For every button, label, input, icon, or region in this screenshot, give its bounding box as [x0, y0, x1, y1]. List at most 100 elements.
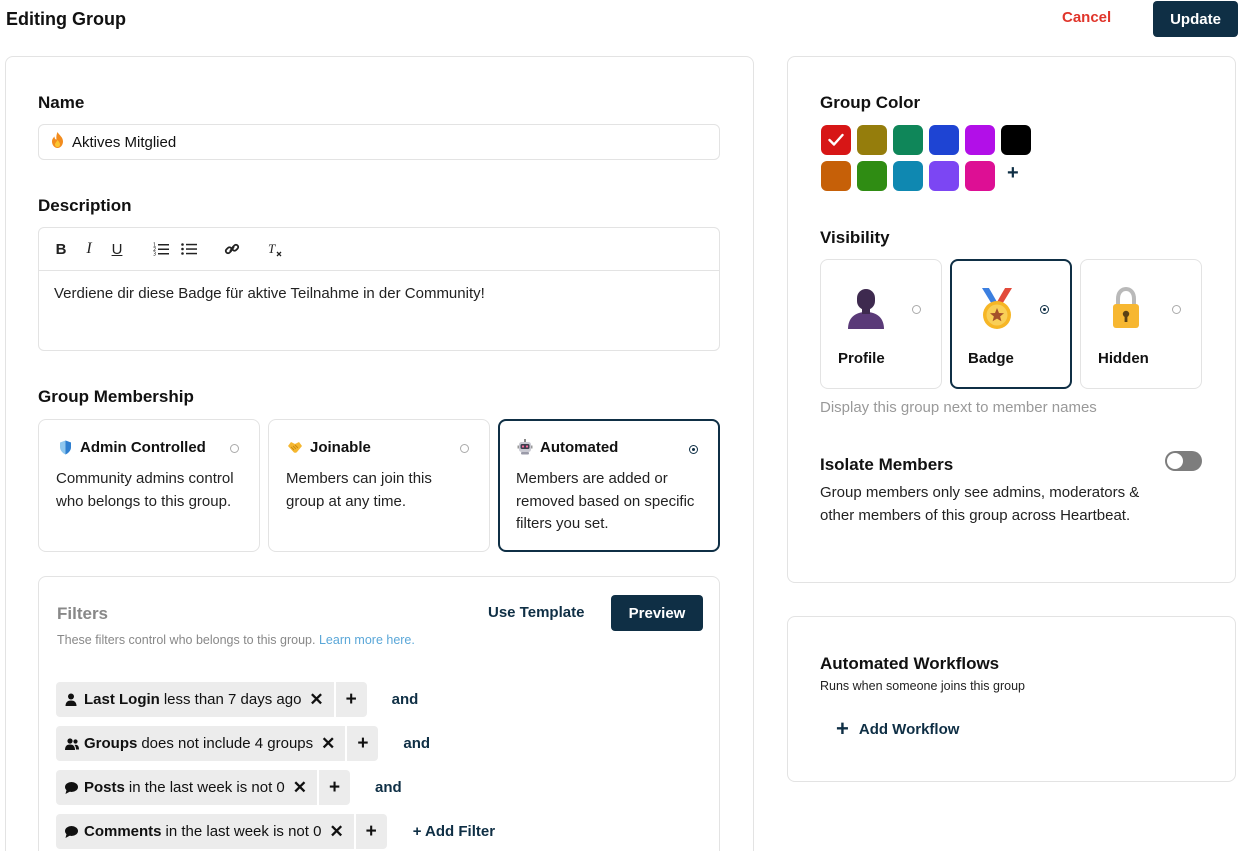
workflows-card — [787, 616, 1236, 782]
visibility-help-text: Display this group next to member names — [820, 399, 1097, 416]
color-swatch[interactable] — [857, 161, 887, 191]
visibility-option-label: Badge — [968, 350, 1014, 367]
description-editor: B I U 123 T Verdiene dir diese Badge für… — [38, 227, 720, 351]
filters-subtitle-text: These filters control who belongs to thi… — [57, 633, 316, 647]
filter-chip[interactable]: Last Login less than 7 days ago ✕ — [56, 682, 334, 717]
add-color-button[interactable]: + — [1007, 162, 1019, 185]
bullet-list-icon[interactable] — [179, 239, 199, 259]
preview-button[interactable]: Preview — [611, 595, 703, 631]
top-bar: Editing Group Cancel Update — [0, 0, 1242, 40]
color-swatch[interactable] — [893, 161, 923, 191]
color-swatch[interactable] — [893, 125, 923, 155]
radio-button[interactable] — [230, 444, 239, 453]
add-filter-button[interactable]: + Add Filter — [413, 823, 495, 840]
workflows-subtitle: Runs when someone joins this group — [820, 679, 1025, 693]
filter-row: Groups does not include 4 groups ✕ + and — [56, 726, 430, 761]
color-swatch[interactable] — [929, 161, 959, 191]
remove-filter-icon[interactable]: ✕ — [321, 734, 335, 754]
cancel-button[interactable]: Cancel — [1062, 9, 1111, 26]
visibility-label: Visibility — [820, 228, 890, 247]
update-button[interactable]: Update — [1153, 1, 1238, 37]
visibility-option-profile[interactable]: Profile — [820, 259, 942, 389]
color-swatch[interactable] — [821, 125, 851, 155]
page-title: Editing Group — [6, 9, 126, 29]
filter-condition: in the last week is not 0 — [128, 779, 285, 796]
medal-icon — [974, 287, 1020, 333]
add-workflow-button[interactable]: + Add Workflow — [836, 716, 960, 741]
add-condition-button[interactable]: + — [355, 814, 387, 849]
name-label: Name — [38, 93, 85, 112]
color-swatch[interactable] — [965, 125, 995, 155]
italic-icon[interactable]: I — [79, 239, 99, 259]
add-workflow-label: Add Workflow — [858, 720, 960, 738]
filters-subtitle: These filters control who belongs to thi… — [57, 633, 415, 647]
bold-icon[interactable]: B — [51, 239, 71, 259]
filter-condition: does not include 4 groups — [141, 735, 314, 752]
plus-icon: + — [836, 716, 849, 741]
filter-field: Posts — [84, 779, 125, 796]
visibility-option-label: Profile — [838, 350, 885, 367]
editor-toolbar: B I U 123 T — [39, 228, 719, 271]
filter-condition: less than 7 days ago — [163, 691, 302, 708]
remove-filter-icon[interactable]: ✕ — [329, 822, 343, 842]
color-swatch[interactable] — [929, 125, 959, 155]
filters-title: Filters — [57, 604, 109, 623]
radio-button-selected[interactable] — [1040, 305, 1049, 314]
clear-format-icon[interactable]: T — [265, 239, 285, 259]
radio-button[interactable] — [912, 305, 921, 314]
filter-chip[interactable]: Posts in the last week is not 0 ✕ — [56, 770, 318, 805]
radio-button[interactable] — [460, 444, 469, 453]
filter-connector[interactable]: and — [375, 779, 402, 796]
filter-row: Posts in the last week is not 0 ✕ + and — [56, 770, 402, 805]
membership-option-title: Joinable — [310, 438, 371, 456]
visibility-option-hidden[interactable]: Hidden — [1080, 259, 1202, 389]
filter-chip[interactable]: Comments in the last week is not 0 ✕ — [56, 814, 354, 849]
workflows-title: Automated Workflows — [820, 654, 1000, 673]
membership-option-desc: Members can join this group at any time. — [286, 470, 432, 510]
filter-field: Last Login — [84, 691, 160, 708]
add-condition-button[interactable]: + — [347, 726, 379, 761]
chat-bubble-icon — [65, 825, 79, 838]
robot-icon — [516, 438, 534, 456]
use-template-button[interactable]: Use Template — [488, 604, 584, 621]
membership-option-automated[interactable]: Automated Members are added or removed b… — [498, 419, 720, 552]
filter-row: Last Login less than 7 days ago ✕ + and — [56, 682, 418, 717]
learn-more-link[interactable]: Learn more here. — [319, 633, 415, 647]
radio-button-selected[interactable] — [689, 445, 698, 454]
link-icon[interactable] — [222, 239, 242, 259]
filter-field: Groups — [84, 735, 138, 752]
name-value: Aktives Mitglied — [72, 133, 177, 151]
membership-option-joinable[interactable]: Joinable Members can join this group at … — [268, 419, 490, 552]
color-swatch[interactable] — [821, 161, 851, 191]
add-condition-button[interactable]: + — [335, 682, 367, 717]
description-text[interactable]: Verdiene dir diese Badge für aktive Teil… — [54, 285, 485, 302]
ordered-list-icon[interactable]: 123 — [151, 239, 171, 259]
radio-button[interactable] — [1172, 305, 1181, 314]
description-label: Description — [38, 196, 132, 215]
profile-silhouette-icon — [843, 286, 889, 332]
membership-label: Group Membership — [38, 387, 194, 406]
color-swatch[interactable] — [1001, 125, 1031, 155]
isolate-members-toggle[interactable] — [1165, 451, 1202, 471]
color-swatch[interactable] — [965, 161, 995, 191]
chat-bubble-icon — [65, 781, 79, 794]
shield-icon — [56, 438, 74, 456]
remove-filter-icon[interactable]: ✕ — [293, 778, 307, 798]
visibility-option-label: Hidden — [1098, 350, 1149, 367]
underline-icon[interactable]: U — [107, 239, 127, 259]
filter-chip[interactable]: Groups does not include 4 groups ✕ — [56, 726, 346, 761]
membership-option-admin-controlled[interactable]: Admin Controlled Community admins contro… — [38, 419, 260, 552]
check-icon — [828, 133, 844, 146]
name-field[interactable]: Aktives Mitglied — [38, 124, 720, 160]
filter-connector[interactable]: and — [392, 691, 419, 708]
add-condition-button[interactable]: + — [319, 770, 351, 805]
membership-option-title: Automated — [540, 438, 619, 456]
remove-filter-icon[interactable]: ✕ — [309, 690, 323, 710]
filter-connector[interactable]: and — [403, 735, 430, 752]
visibility-option-badge[interactable]: Badge — [950, 259, 1072, 389]
handshake-icon — [286, 438, 304, 456]
isolate-members-title: Isolate Members — [820, 455, 954, 474]
color-swatch[interactable] — [857, 125, 887, 155]
group-color-label: Group Color — [820, 93, 921, 112]
flame-icon — [51, 132, 64, 152]
